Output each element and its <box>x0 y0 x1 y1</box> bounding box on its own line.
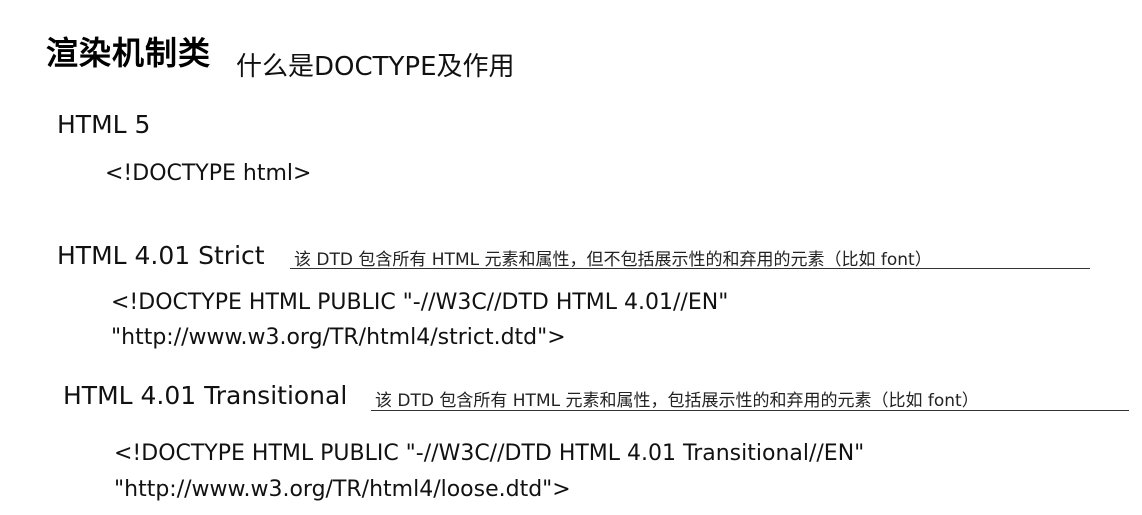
note-underline-strict <box>290 268 1090 269</box>
doctype-transitional-line2: "http://www.w3.org/TR/html4/loose.dtd"> <box>114 477 571 502</box>
page-subtitle: 什么是DOCTYPE及作用 <box>236 52 515 82</box>
section-label-transitional: HTML 4.01 Transitional <box>63 381 348 410</box>
doctype-transitional-line1: <!DOCTYPE HTML PUBLIC "-//W3C//DTD HTML … <box>114 441 865 466</box>
note-underline-transitional <box>371 410 1129 411</box>
doctype-strict-line2: "http://www.w3.org/TR/html4/strict.dtd"> <box>111 325 566 350</box>
section-note-transitional: 该 DTD 包含所有 HTML 元素和属性，包括展示性的和弃用的元素（比如 fo… <box>375 391 979 411</box>
section-label-strict: HTML 4.01 Strict <box>57 241 265 270</box>
section-note-strict: 该 DTD 包含所有 HTML 元素和属性，但不包括展示性的和弃用的元素（比如 … <box>294 250 932 270</box>
section-label-html5: HTML 5 <box>57 110 151 139</box>
doctype-html5: <!DOCTYPE html> <box>105 161 312 186</box>
doctype-strict-line1: <!DOCTYPE HTML PUBLIC "-//W3C//DTD HTML … <box>111 290 729 315</box>
page-title: 渲染机制类 <box>46 34 212 72</box>
